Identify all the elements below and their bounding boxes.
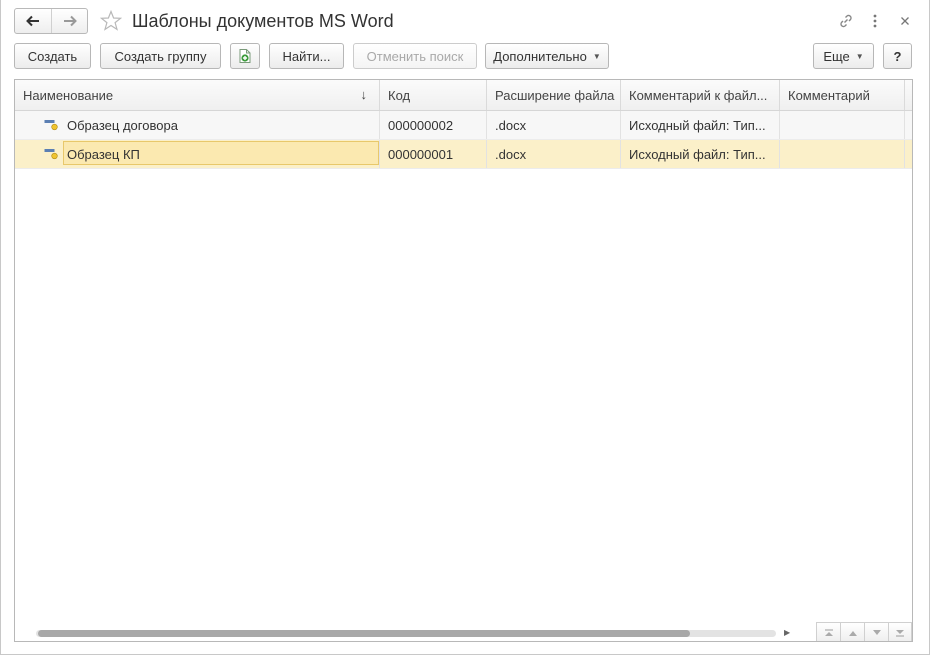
go-first-icon: [824, 628, 833, 636]
table-header: Наименование ↓ Код Расширение файла Комм…: [15, 80, 912, 111]
column-header-name[interactable]: Наименование ↓: [15, 80, 380, 110]
command-bar: Создать Создать группу Найти... Отменить…: [1, 43, 930, 70]
go-last-button[interactable]: [888, 622, 912, 641]
close-icon: [901, 17, 909, 25]
column-header-code[interactable]: Код: [380, 80, 487, 110]
go-previous-button[interactable]: [840, 622, 864, 641]
templates-table: Наименование ↓ Код Расширение файла Комм…: [14, 79, 913, 642]
cell-code: 000000002: [380, 111, 487, 139]
app-window: Шаблоны документов MS Word Создать Созда…: [0, 0, 930, 655]
create-group-button[interactable]: Создать группу: [100, 43, 221, 69]
more-actions-label: Дополнительно: [493, 48, 587, 64]
more-actions-dropdown[interactable]: Дополнительно ▼: [485, 43, 609, 69]
row-navigation: [816, 622, 912, 641]
go-last-icon: [896, 629, 904, 637]
add-document-button[interactable]: [230, 43, 260, 69]
column-header-extension[interactable]: Расширение файла: [487, 80, 621, 110]
scroll-right-icon[interactable]: ▶: [784, 628, 790, 637]
cell-code: 000000001: [380, 140, 487, 168]
create-button[interactable]: Создать: [14, 43, 91, 69]
back-button[interactable]: [15, 9, 51, 33]
link-button[interactable]: [835, 10, 857, 32]
form-header: Шаблоны документов MS Word: [1, 0, 930, 40]
more-menu-button[interactable]: [864, 10, 886, 32]
page-title: Шаблоны документов MS Word: [132, 11, 394, 31]
cell-name[interactable]: Образец договора: [15, 111, 380, 139]
catalog-item-icon: [44, 120, 58, 131]
go-first-button[interactable]: [816, 622, 840, 641]
go-previous-icon: [848, 630, 857, 636]
find-button[interactable]: Найти...: [269, 43, 344, 69]
cell-comment: [780, 140, 905, 168]
column-header-file-comment[interactable]: Комментарий к файл...: [621, 80, 780, 110]
esche-dropdown[interactable]: Еще ▼: [813, 43, 874, 69]
table-row[interactable]: Образец договора 000000002 .docx Исходны…: [15, 111, 912, 140]
star-icon: [100, 10, 122, 31]
sort-arrow-icon: ↓: [360, 87, 368, 102]
cell-extension: .docx: [487, 140, 621, 168]
arrow-right-icon: [63, 15, 77, 27]
caret-down-icon: ▼: [855, 51, 864, 61]
arrow-left-icon: [26, 15, 39, 27]
table-row[interactable]: Образец КП 000000001 .docx Исходный файл…: [15, 140, 912, 169]
forward-button[interactable]: [51, 9, 87, 33]
cell-extension: .docx: [487, 111, 621, 139]
horizontal-scrollbar[interactable]: ▶: [36, 628, 796, 638]
column-header-comment[interactable]: Комментарий: [780, 80, 905, 110]
esche-label: Еще: [823, 48, 850, 64]
table-body: Образец договора 000000002 .docx Исходны…: [15, 111, 912, 169]
cell-file-comment: Исходный файл: Тип...: [621, 140, 780, 168]
cell-comment: [780, 111, 905, 139]
navigation-group: [14, 8, 88, 34]
cell-name[interactable]: Образец КП: [15, 140, 380, 168]
cancel-search-button[interactable]: Отменить поиск: [353, 43, 477, 69]
help-button[interactable]: ?: [883, 43, 912, 69]
go-next-icon: [872, 629, 881, 635]
cell-file-comment: Исходный файл: Тип...: [621, 111, 780, 139]
favorite-button[interactable]: [98, 8, 124, 34]
add-document-icon: [239, 49, 251, 63]
scrollbar-thumb[interactable]: [38, 630, 690, 637]
caret-down-icon: ▼: [592, 51, 601, 61]
close-button[interactable]: [894, 10, 916, 32]
link-icon: [840, 14, 852, 28]
go-next-button[interactable]: [864, 622, 888, 641]
vertical-dots-icon: [873, 14, 877, 28]
catalog-item-icon: [44, 149, 58, 160]
